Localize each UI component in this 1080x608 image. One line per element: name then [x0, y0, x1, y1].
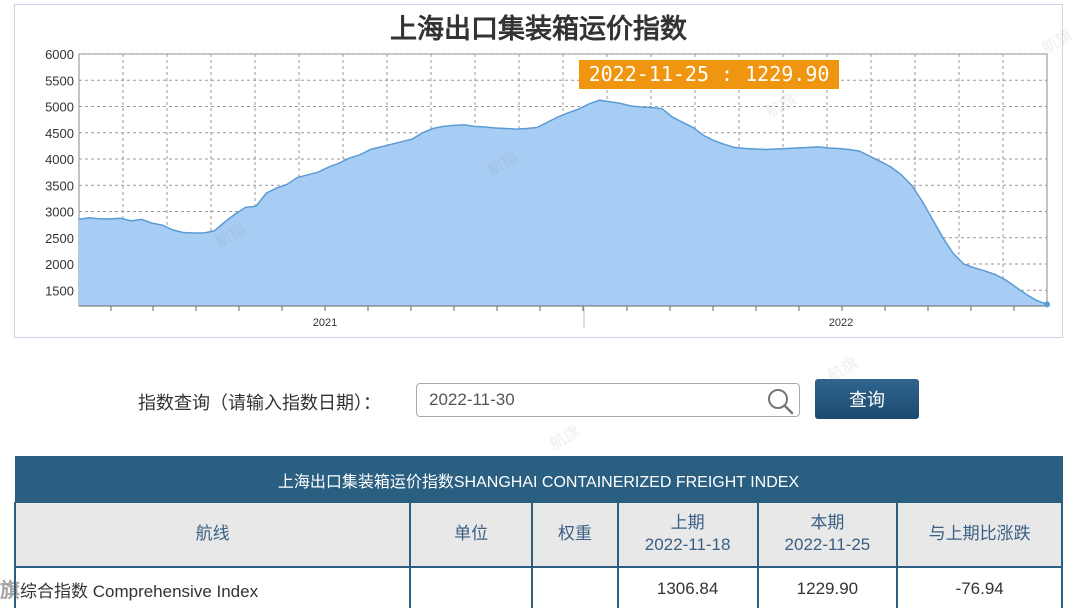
y-tick-label: 4000 [45, 152, 74, 167]
x-tick-label: 2021 [313, 317, 337, 329]
header-current-label: 本期 [810, 513, 845, 533]
watermark: 航旗 [546, 421, 584, 454]
y-tick-label: 5500 [45, 73, 74, 88]
header-change: 与上期比涨跌 [896, 502, 1063, 568]
table-caption: 上海出口集装箱运价指数SHANGHAI CONTAINERIZED FREIGH… [14, 456, 1063, 503]
table-row: 综合指数 Comprehensive Index 1306.84 1229.90… [13, 566, 1063, 608]
table-caption-row: 上海出口集装箱运价指数SHANGHAI CONTAINERIZED FREIGH… [14, 456, 1063, 503]
x-tick-label: 2022 [829, 317, 853, 329]
date-input-wrapper[interactable] [416, 383, 800, 417]
y-tick-label: 3000 [45, 205, 74, 220]
header-previous-label: 上期 [670, 513, 705, 533]
search-icon[interactable] [765, 386, 797, 416]
header-current-date: 2022-11-25 [784, 535, 871, 555]
y-tick-label: 5000 [45, 100, 74, 115]
y-tick-label: 3500 [45, 178, 74, 193]
y-tick-label: 2500 [45, 231, 74, 246]
y-tick-label: 1500 [45, 283, 74, 298]
date-input[interactable] [417, 384, 757, 416]
row-previous: 1306.84 [616, 566, 759, 608]
row-change: -76.94 [896, 566, 1063, 608]
freight-index-chart: 6000 5500 5000 4500 4000 3500 3000 2500 2000 1500… [45, 47, 1050, 329]
row-unit [409, 566, 533, 608]
header-weight: 权重 [530, 502, 619, 568]
tooltip-text: 2022-11-25 : 1229.90 [589, 62, 830, 86]
table-header-row: 航线 单位 权重 上期 2022-11-18 本期 2022-11-25 与上期… [13, 502, 1063, 568]
header-previous-date: 2022-11-18 [644, 535, 731, 555]
query-row: 指数查询（请输入指数日期）： 查询 [0, 376, 1080, 422]
chart-title: 上海出口集装箱运价指数 [390, 14, 687, 45]
header-previous: 上期 2022-11-18 [616, 502, 759, 568]
row-route: 综合指数 Comprehensive Index [13, 566, 412, 608]
header-route: 航线 [13, 502, 412, 568]
y-tick-label: 6000 [45, 47, 74, 62]
index-table: 上海出口集装箱运价指数SHANGHAI CONTAINERIZED FREIGH… [13, 456, 1063, 608]
y-tick-label: 4500 [45, 126, 74, 141]
header-unit: 单位 [409, 502, 533, 568]
y-tick-label: 2000 [45, 257, 74, 272]
header-current: 本期 2022-11-25 [756, 502, 899, 568]
chart-panel: 6000 5500 5000 4500 4000 3500 3000 2500 2000 1500… [14, 4, 1063, 338]
highlight-point [1044, 301, 1050, 308]
query-button[interactable]: 查询 [815, 379, 919, 419]
query-label: 指数查询（请输入指数日期）： [138, 393, 381, 414]
row-current: 1229.90 [756, 566, 899, 608]
row-weight [530, 566, 619, 608]
